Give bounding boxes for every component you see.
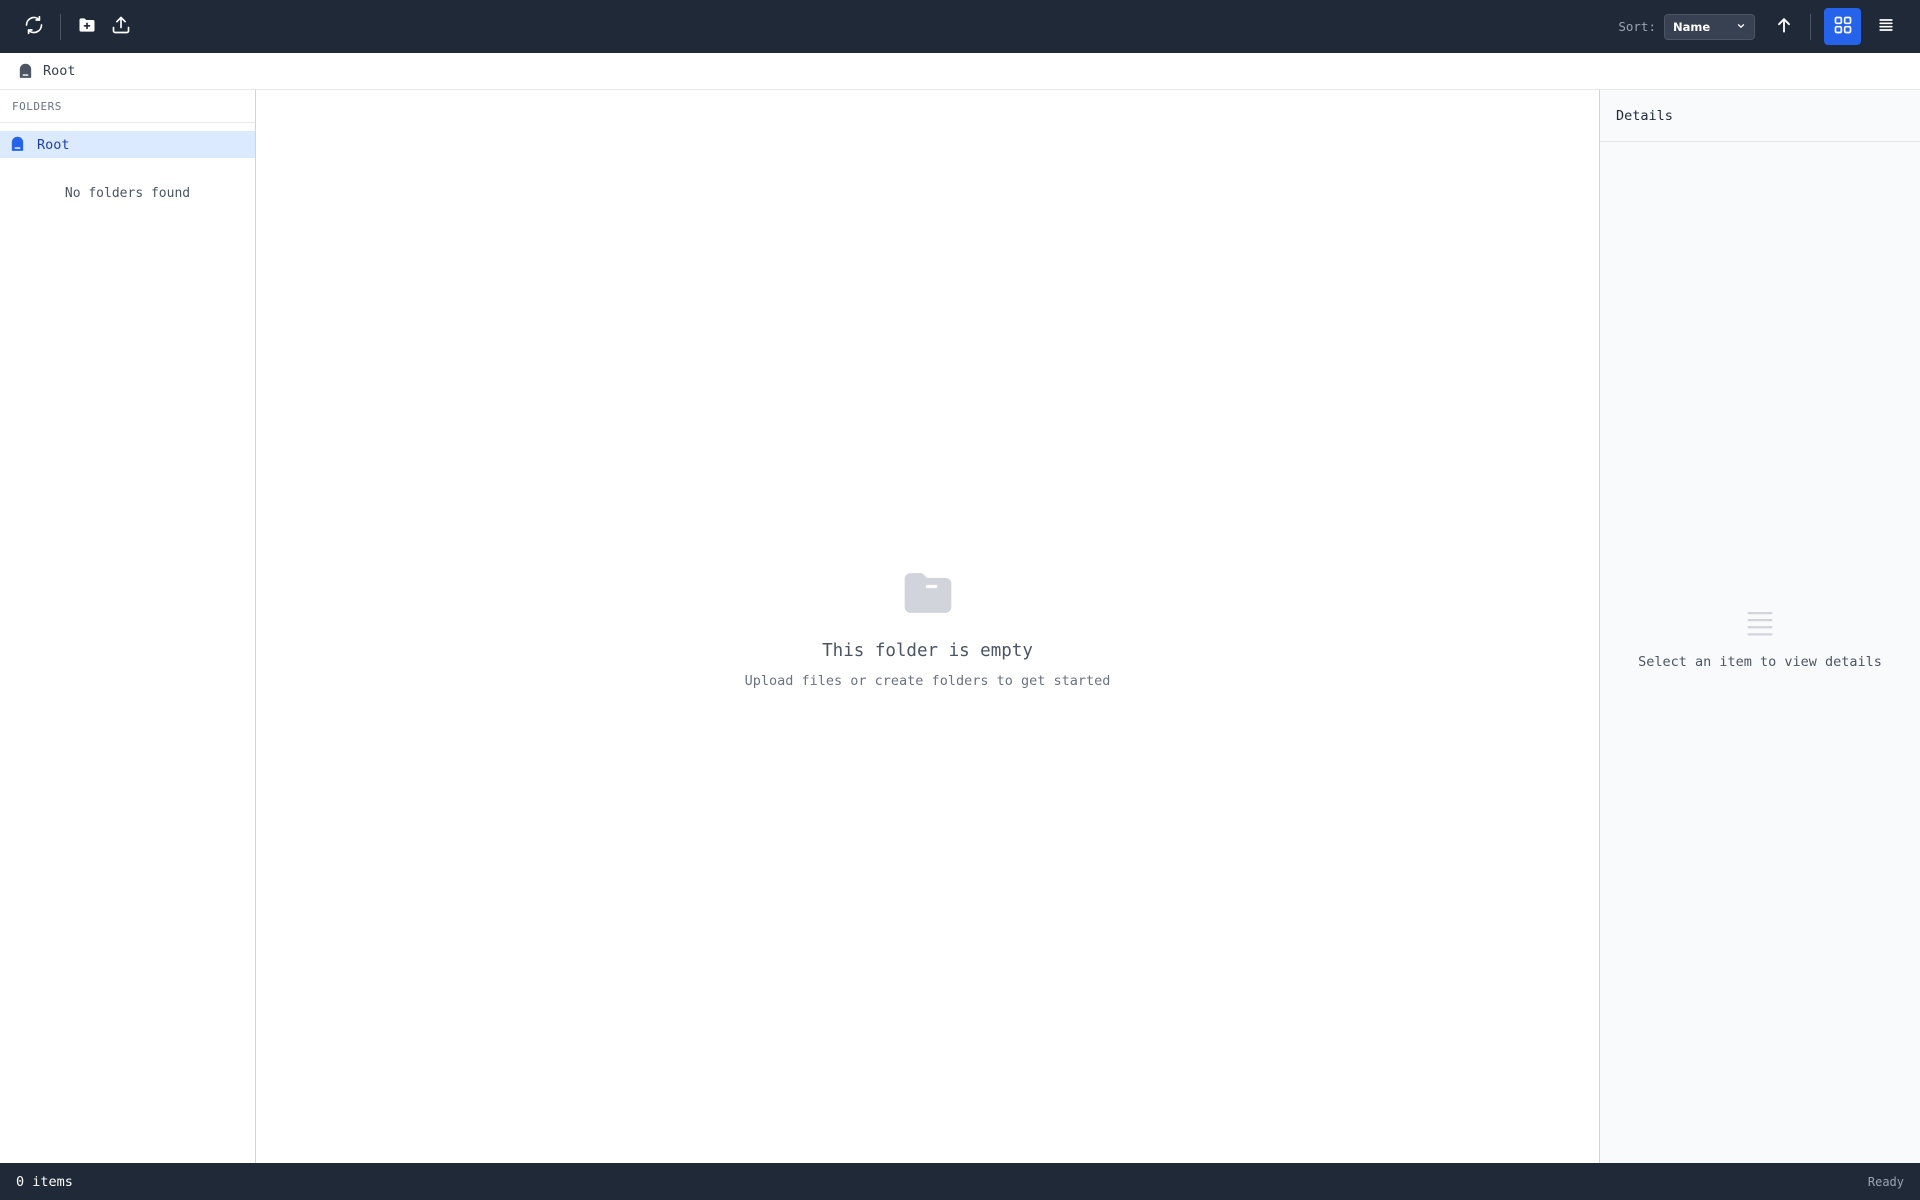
item-count: 0 items	[16, 1173, 73, 1190]
details-title: Details	[1600, 90, 1920, 142]
content-area[interactable]: This folder is empty Upload files or cre…	[256, 90, 1599, 1163]
sort-select-value: Name	[1673, 19, 1711, 34]
toolbar: Sort: Name	[0, 0, 1920, 53]
main-area: FOLDERS Root No folders found This folde…	[0, 90, 1920, 1163]
tree-item-root[interactable]: Root	[0, 131, 255, 158]
upload-button[interactable]	[104, 10, 138, 44]
list-view-icon	[1876, 15, 1896, 39]
toolbar-divider	[60, 13, 61, 40]
empty-folder-icon	[900, 565, 956, 621]
grid-view-icon	[1833, 15, 1853, 39]
toolbar-divider	[1810, 13, 1811, 40]
breadcrumb: Root	[0, 53, 1920, 90]
new-folder-icon	[77, 15, 97, 39]
refresh-icon	[24, 15, 44, 39]
details-placeholder-text: Select an item to view details	[1638, 653, 1882, 670]
empty-state-subtitle: Upload files or create folders to get st…	[744, 672, 1111, 689]
sort-select[interactable]: Name	[1664, 13, 1755, 40]
tree-item-label: Root	[37, 136, 70, 153]
no-folders-message: No folders found	[64, 186, 191, 201]
status-bar: 0 items Ready	[0, 1163, 1920, 1200]
arrow-up-icon	[1774, 15, 1794, 39]
details-panel: Details Select an item to view details	[1599, 90, 1920, 1163]
root-drive-icon	[9, 136, 26, 153]
lines-icon	[1743, 606, 1777, 640]
root-drive-icon	[17, 63, 34, 80]
file-manager-app: Sort: Name Root FOLDERS Root No folders …	[0, 0, 1920, 1200]
grid-view-button[interactable]	[1824, 8, 1861, 45]
chevron-down-icon	[1736, 20, 1746, 34]
sidebar-header: FOLDERS	[0, 90, 255, 123]
breadcrumb-item-root[interactable]: Root	[43, 63, 76, 79]
sort-direction-button[interactable]	[1767, 10, 1801, 44]
folder-sidebar: FOLDERS Root No folders found	[0, 90, 256, 1163]
details-body: Select an item to view details	[1600, 142, 1920, 1163]
sort-label: Sort:	[1618, 19, 1656, 34]
status-text: Ready	[1867, 1174, 1904, 1189]
upload-icon	[111, 15, 131, 39]
list-view-button[interactable]	[1869, 10, 1903, 44]
empty-state-title: This folder is empty	[822, 640, 1033, 661]
refresh-button[interactable]	[17, 10, 51, 44]
new-folder-button[interactable]	[70, 10, 104, 44]
